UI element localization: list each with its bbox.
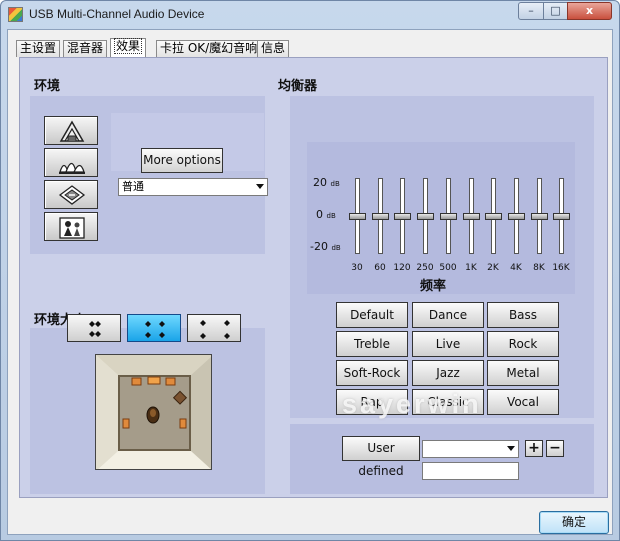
app-icon [8, 7, 23, 22]
size-small-button[interactable] [67, 314, 121, 342]
add-preset-button[interactable]: + [525, 440, 543, 457]
eq-slider-250[interactable] [417, 178, 434, 254]
environment-title: 环境 [34, 79, 61, 94]
minimize-button[interactable]: – [518, 2, 544, 20]
slider-thumb[interactable] [349, 213, 366, 220]
environment-button-2[interactable] [44, 148, 98, 177]
frequency-tick-label: 60 [374, 263, 386, 273]
preset-vocal-button[interactable]: Vocal [487, 389, 559, 415]
more-options-button[interactable]: More options [141, 148, 223, 173]
slider-thumb[interactable] [463, 213, 480, 220]
frequency-tick-label: 500 [439, 263, 457, 273]
large-room-icon [200, 320, 230, 339]
eq-slider-16k[interactable] [553, 178, 570, 254]
frequency-tick-label: 16K [552, 263, 570, 273]
sydney-opera-icon [59, 162, 85, 174]
db-bottom-label: -20 dB [310, 240, 341, 253]
frequency-tick-label: 2K [487, 263, 499, 273]
eq-slider-60[interactable] [372, 178, 389, 254]
environment-button-4[interactable] [44, 212, 98, 241]
preset-dance-button[interactable]: Dance [412, 302, 484, 328]
preset-name-input[interactable] [422, 462, 519, 480]
room-people-icon [59, 217, 85, 239]
slider-thumb[interactable] [508, 213, 525, 220]
client-area: 主设置 混音器 效果 卡拉 OK/魔幻音响 信息 环境 More options… [7, 29, 613, 535]
title-bar: USB Multi-Channel Audio Device – □ x [1, 1, 619, 29]
frequency-tick-label: 8K [533, 263, 545, 273]
frequency-tick-label: 4K [510, 263, 522, 273]
slider-thumb[interactable] [440, 213, 457, 220]
room-preview-image [96, 355, 211, 469]
frequency-label: 频率 [420, 279, 447, 294]
size-medium-button[interactable] [127, 314, 181, 342]
user-preset-select[interactable] [422, 440, 519, 458]
tab-karaoke[interactable]: 卡拉 OK/魔幻音响 [156, 40, 262, 57]
eq-slider-120[interactable] [394, 178, 411, 254]
user-defined-box [290, 424, 594, 494]
equalizer-title: 均衡器 [278, 79, 318, 94]
size-large-button[interactable] [187, 314, 241, 342]
maximize-button[interactable]: □ [543, 2, 568, 20]
slider-thumb[interactable] [485, 213, 502, 220]
eq-slider-1k[interactable] [463, 178, 480, 254]
watermark-text: sayerwin [342, 389, 482, 419]
hallway-icon [58, 185, 86, 205]
frequency-tick-label: 30 [351, 263, 363, 273]
db-mid-label: 0 dB [316, 208, 336, 221]
environment-select-value: 普通 [122, 180, 144, 193]
slider-thumb[interactable] [531, 213, 548, 220]
db-top-label: 20 dB [313, 176, 340, 189]
preset-default-button[interactable]: Default [336, 302, 408, 328]
eq-slider-30[interactable] [349, 178, 366, 254]
eq-slider-8k[interactable] [531, 178, 548, 254]
remove-preset-button[interactable]: − [546, 440, 564, 457]
slider-thumb[interactable] [417, 213, 434, 220]
slider-thumb[interactable] [372, 213, 389, 220]
frequency-tick-label: 1K [465, 263, 477, 273]
eq-slider-4k[interactable] [508, 178, 525, 254]
close-button[interactable]: x [567, 2, 612, 20]
frequency-tick-label: 120 [393, 263, 411, 273]
medium-room-icon [145, 321, 165, 338]
preset-live-button[interactable]: Live [412, 331, 484, 357]
user-defined-button[interactable]: User defined [342, 436, 420, 478]
opera-house-icon [59, 120, 85, 142]
preset-jazz-button[interactable]: Jazz [412, 360, 484, 386]
preset-metal-button[interactable]: Metal [487, 360, 559, 386]
preset-bass-button[interactable]: Bass [487, 302, 559, 328]
ok-button[interactable]: 确定 [539, 511, 609, 534]
chevron-down-icon [507, 446, 515, 451]
preset-treble-button[interactable]: Treble [336, 331, 408, 357]
tab-info[interactable]: 信息 [257, 40, 290, 57]
small-room-icon [89, 321, 101, 337]
effects-panel: 环境 More options 普通 环境大小 均衡器 20 dB 0 dB -… [19, 57, 608, 498]
preset-soft-rock-button[interactable]: Soft-Rock [336, 360, 408, 386]
tab-effects[interactable]: 效果 [110, 38, 147, 57]
slider-thumb[interactable] [553, 213, 570, 220]
chevron-down-icon [256, 184, 264, 189]
eq-slider-2k[interactable] [485, 178, 502, 254]
environment-select[interactable]: 普通 [118, 178, 268, 196]
frequency-tick-label: 250 [416, 263, 434, 273]
room-preview [95, 354, 212, 470]
tab-mixer[interactable]: 混音器 [63, 40, 108, 57]
window-title: USB Multi-Channel Audio Device [29, 7, 205, 21]
environment-button-1[interactable] [44, 116, 98, 145]
tab-main-settings[interactable]: 主设置 [16, 40, 61, 57]
main-window: USB Multi-Channel Audio Device – □ x 主设置… [0, 0, 620, 541]
eq-slider-500[interactable] [440, 178, 457, 254]
slider-thumb[interactable] [394, 213, 411, 220]
preset-rock-button[interactable]: Rock [487, 331, 559, 357]
environment-button-3[interactable] [44, 180, 98, 209]
